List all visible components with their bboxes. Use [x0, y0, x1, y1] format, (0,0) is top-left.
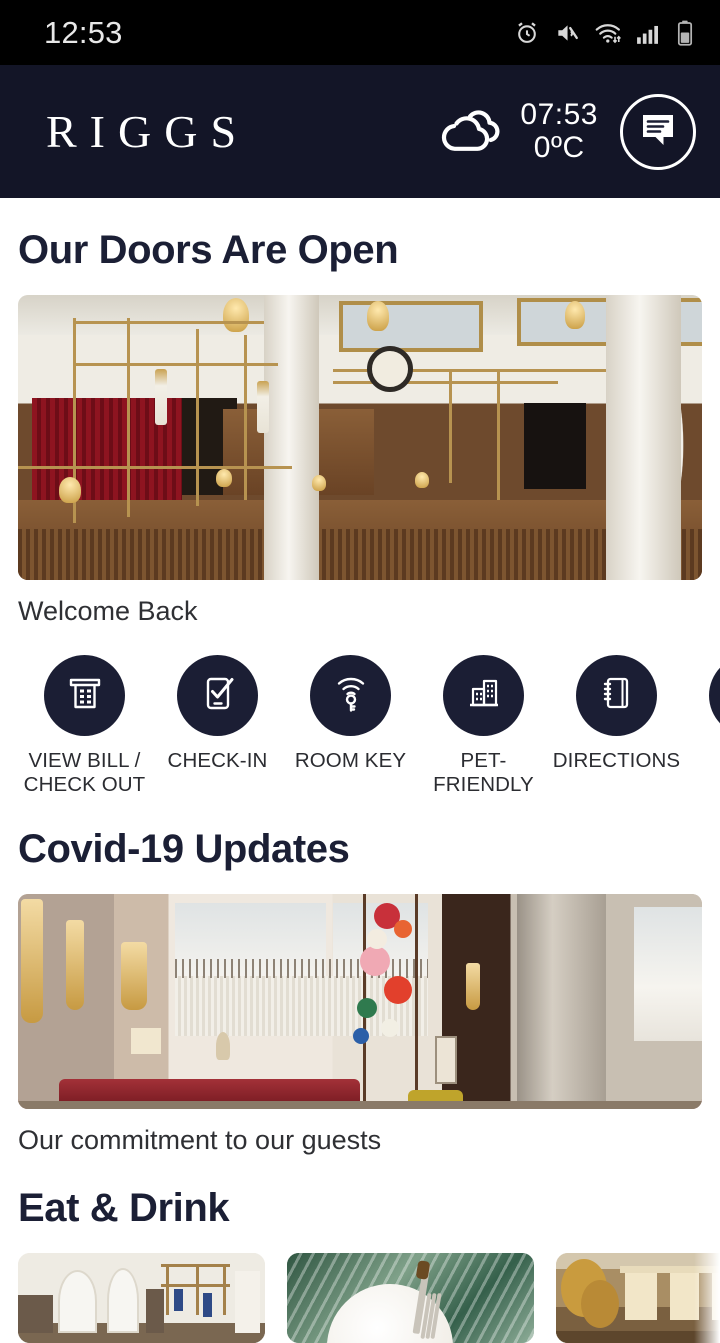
cloudy-icon	[436, 100, 508, 163]
quick-action-check-in[interactable]: CHECK-IN	[151, 655, 284, 797]
lobby-illustration	[18, 295, 702, 580]
eat-drink-card[interactable]	[287, 1253, 534, 1343]
wifi-key-icon	[328, 670, 374, 721]
quick-action-directions[interactable]: DIRECTIONS	[550, 655, 683, 797]
main-content: Our Doors Are Open Welcome Back VIEW BIL…	[0, 198, 720, 1343]
receipt-icon	[62, 670, 108, 721]
volume-mute-icon	[554, 20, 580, 46]
eat-drink-card-row[interactable]	[0, 1253, 720, 1343]
notebook-icon	[594, 670, 640, 721]
hero-image-covid[interactable]	[18, 894, 702, 1110]
status-bar: 12:53	[0, 0, 720, 65]
pet-friendly-circle	[443, 655, 524, 736]
eat-drink-card[interactable]	[18, 1253, 265, 1343]
directions-circle	[576, 655, 657, 736]
status-bar-clock: 12:53	[44, 14, 123, 50]
quick-actions-row[interactable]: VIEW BILL / CHECK OUT CHECK-IN ROOM KEY …	[0, 627, 720, 797]
brand-logo[interactable]: RIGGS	[46, 105, 249, 158]
transport-circle	[709, 655, 720, 736]
view-bill-circle	[44, 655, 125, 736]
caption-welcome-back: Welcome Back	[18, 596, 198, 626]
hero-image-doors[interactable]	[18, 295, 702, 580]
cellular-signal-icon	[636, 21, 662, 45]
weather-time: 07:53	[520, 98, 598, 132]
dining-hall-illustration	[18, 1253, 265, 1343]
wifi-icon	[594, 20, 622, 46]
section-title-covid: Covid-19 Updates	[18, 827, 350, 872]
quick-action-label: DIRECTIONS	[552, 749, 681, 772]
check-in-circle	[177, 655, 258, 736]
quick-action-transport[interactable]: TRA	[683, 655, 720, 797]
lounge-illustration	[18, 894, 702, 1110]
chat-bubble-icon	[637, 108, 679, 155]
header-right-group: 07:53 0ºC	[436, 93, 696, 170]
quick-action-label: VIEW BILL / CHECK OUT	[23, 749, 146, 797]
battery-icon	[676, 20, 694, 46]
buildings-icon	[461, 670, 507, 721]
plate-illustration	[287, 1253, 534, 1343]
app-header: RIGGS 07:53 0ºC	[0, 65, 720, 198]
alarm-icon	[514, 20, 540, 46]
section-title-eat: Eat & Drink	[18, 1186, 230, 1231]
quick-action-label: ROOM KEY	[294, 749, 407, 772]
quick-action-label: PET-FRIENDLY	[433, 749, 534, 797]
exterior-illustration	[556, 1253, 720, 1343]
status-bar-icons	[514, 20, 694, 46]
eat-drink-card[interactable]	[556, 1253, 720, 1343]
section-title-doors: Our Doors Are Open	[18, 228, 399, 272]
caption-covid-commitment: Our commitment to our guests	[18, 1125, 382, 1156]
phone-check-icon	[195, 670, 241, 721]
quick-action-pet-friendly[interactable]: PET-FRIENDLY	[417, 655, 550, 797]
quick-action-view-bill[interactable]: VIEW BILL / CHECK OUT	[18, 655, 151, 797]
weather-temperature: 0ºC	[533, 130, 585, 164]
weather-readout: 07:53 0ºC	[520, 99, 598, 163]
quick-action-label: CHECK-IN	[167, 749, 268, 772]
quick-action-room-key[interactable]: ROOM KEY	[284, 655, 417, 797]
room-key-circle	[310, 655, 391, 736]
chat-button[interactable]	[620, 93, 696, 170]
weather-widget[interactable]: 07:53 0ºC	[436, 99, 598, 163]
